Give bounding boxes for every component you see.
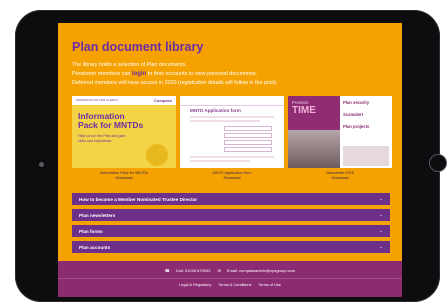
intro-text: The library holds a selection of Plan do… (72, 62, 392, 89)
screen: Plan document library The library holds … (58, 23, 402, 297)
document-caption[interactable]: Information Pack for MNTDs Download (72, 171, 176, 181)
document-card-application-form[interactable]: MNTD Application form MNTD Application f… (180, 96, 284, 181)
documents-grid: PENSION PLAN FOR CLERGY Compass Informat… (72, 96, 392, 196)
footer-links: Legal & Regulatory Terms & Conditions Te… (58, 283, 402, 287)
footer-link-terms-of-use[interactable]: Terms of Use (258, 283, 280, 287)
accordion-item-forms[interactable]: Plan forms ⌄ (72, 225, 390, 237)
footer-link-terms-conditions[interactable]: Terms & Conditions (219, 283, 252, 287)
document-card-mntd-pack[interactable]: PENSION PLAN FOR CLERGY Compass Informat… (72, 96, 176, 181)
decorative-circle (146, 144, 168, 166)
document-thumbnail[interactable]: MNTD Application form (180, 96, 284, 168)
accordion-item-accounts[interactable]: Plan accounts ⌄ (72, 241, 390, 253)
chevron-down-icon[interactable]: ⌄ (379, 196, 383, 202)
footer-contact: ☎ Call: 01245 673002 ✉ Email: compassadmin… (58, 268, 402, 273)
footer-link-legal[interactable]: Legal & Regulatory (179, 283, 211, 287)
page-title: Plan document library (72, 40, 204, 54)
envelope-icon: ✉ (217, 268, 221, 273)
phone-icon: ☎ (164, 268, 170, 273)
accordion-item-newsletters[interactable]: Plan newsletters ⌄ (72, 209, 390, 221)
chevron-down-icon[interactable]: ⌄ (379, 244, 383, 250)
document-thumbnail[interactable]: Pension TIME Plan security Scamalert Pla… (288, 96, 392, 168)
footer-email[interactable]: Email: compassadmin@cpsgroup.com (227, 268, 295, 273)
home-button[interactable] (429, 154, 447, 172)
document-caption[interactable]: MNTD Application form Download (180, 171, 284, 181)
chevron-down-icon[interactable]: ⌄ (379, 228, 383, 234)
login-link[interactable]: login (132, 71, 146, 77)
intro-line-2: Pensioner members can login to their acc… (72, 71, 258, 77)
camera-dot (39, 162, 44, 167)
compass-logo: Compass (153, 98, 172, 103)
footer: ☎ Call: 01245 673002 ✉ Email: compassadmin… (58, 261, 402, 297)
landscape-image (288, 130, 340, 168)
document-card-newsletter[interactable]: Pension TIME Plan security Scamalert Pla… (288, 96, 392, 181)
document-caption[interactable]: Newsletter 2019 Download (288, 171, 392, 181)
accordion: How to become a Member Nominated Trustee… (72, 193, 390, 257)
footer-phone[interactable]: Call: 01245 673002 (176, 268, 211, 273)
photo-placeholder (343, 146, 389, 166)
accordion-item-become-mntd[interactable]: How to become a Member Nominated Trustee… (72, 193, 390, 205)
intro-line-3: Deferred members will have access in 202… (72, 80, 278, 86)
footer-divider (58, 278, 402, 279)
document-thumbnail[interactable]: PENSION PLAN FOR CLERGY Compass Informat… (72, 96, 176, 168)
chevron-down-icon[interactable]: ⌄ (379, 212, 383, 218)
intro-line-1: The library holds a selection of Plan do… (72, 62, 187, 68)
